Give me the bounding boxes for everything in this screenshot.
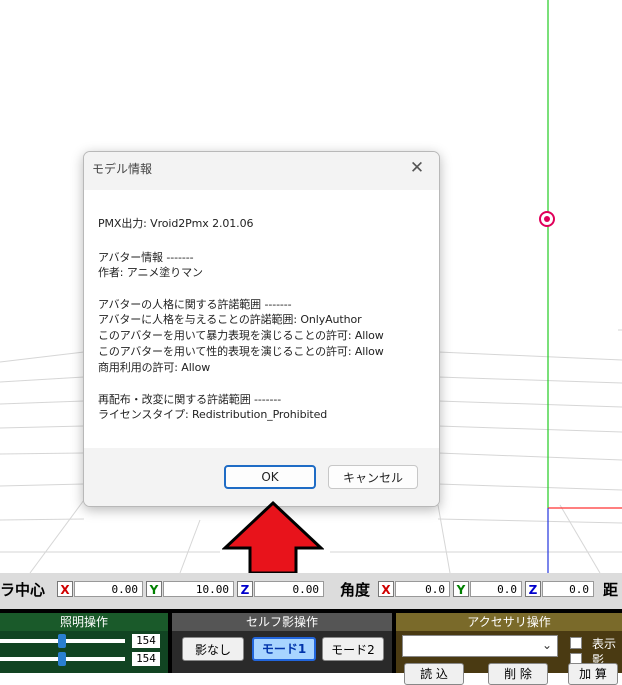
light-slider-1[interactable]	[0, 634, 125, 648]
light-slider-2[interactable]	[0, 652, 125, 666]
redistribution-header: 再配布・改変に関する許諾範囲 -------	[98, 393, 282, 406]
avatar-info-header: アバター情報 -------	[98, 251, 194, 264]
slider-knob[interactable]	[58, 652, 66, 666]
license-type-line: ライセンスタイプ: Redistribution_Prohibited	[98, 408, 328, 421]
camera-center-label: ラ中心	[0, 581, 46, 599]
camera-z-input[interactable]: 0.00	[254, 581, 324, 597]
personality-header: アバターの人格に関する許諾範囲 -------	[98, 298, 292, 311]
chevron-down-icon: ⌄	[541, 638, 552, 652]
add-button[interactable]: 加 算	[568, 663, 618, 685]
close-icon[interactable]: ✕	[395, 152, 439, 184]
up-arrow-icon	[222, 500, 324, 575]
light-value-2[interactable]: 154	[132, 652, 160, 666]
show-checkbox[interactable]	[570, 637, 582, 649]
violence-permission-line: このアバターを用いて暴力表現を演じることの許可: Allow	[98, 329, 384, 342]
accessory-dropdown[interactable]: ⌄	[402, 635, 558, 657]
angle-z-input[interactable]: 0.0	[542, 581, 594, 597]
angle-x-input[interactable]: 0.0	[395, 581, 450, 597]
lighting-section: 照明操作 154 154	[0, 613, 168, 673]
angle-x-axis: X	[378, 581, 394, 597]
delete-button[interactable]: 削 除	[488, 663, 548, 685]
lighting-title: 照明操作	[0, 613, 168, 631]
mode1-button[interactable]: モード1	[252, 637, 316, 661]
dialog-title: モデル情報	[92, 162, 153, 176]
angle-z-axis: Z	[525, 581, 541, 597]
angle-y-input[interactable]: 0.0	[470, 581, 522, 597]
self-shadow-title: セルフ影操作	[172, 613, 392, 631]
self-shadow-section: − セルフ影操作 影なし モード1 モード2	[172, 613, 392, 673]
camera-y-input[interactable]: 10.00	[163, 581, 234, 597]
mode2-button[interactable]: モード2	[322, 637, 384, 661]
angle-y-axis: Y	[453, 581, 469, 597]
show-label: 表示	[592, 637, 617, 651]
angle-label: 角度	[340, 581, 371, 599]
distance-label: 距	[603, 581, 619, 599]
pmx-output-line: PMX出力: Vroid2Pmx 2.01.06	[98, 217, 254, 230]
target-marker-icon	[539, 211, 555, 227]
camera-row: ラ中心 X 0.00 Y 10.00 Z 0.00 角度 X 0.0 Y 0.0…	[0, 573, 622, 609]
dialog-titlebar[interactable]: モデル情報 ✕	[84, 152, 439, 184]
camera-x-input[interactable]: 0.00	[74, 581, 143, 597]
no-shadow-button[interactable]: 影なし	[182, 637, 244, 661]
light-value-1[interactable]: 154	[132, 634, 160, 648]
sexual-permission-line: このアバターを用いて性的表現を演じることの許可: Allow	[98, 345, 384, 358]
ok-button[interactable]: OK	[224, 465, 316, 489]
accessory-section: − アクセサリ操作 ⌄ 表示 影 読 込 削 除 加 算	[396, 613, 622, 685]
camera-y-axis: Y	[146, 581, 162, 597]
control-panel: ラ中心 X 0.00 Y 10.00 Z 0.00 角度 X 0.0 Y 0.0…	[0, 573, 622, 685]
cancel-button[interactable]: キャンセル	[328, 465, 418, 489]
camera-z-axis: Z	[237, 581, 253, 597]
commercial-permission-line: 商用利用の許可: Allow	[98, 361, 211, 374]
personality-permission-line: アバターに人格を与えることの許諾範囲: OnlyAuthor	[98, 313, 362, 326]
dialog-message: PMX出力: Vroid2Pmx 2.01.06 アバター情報 ------- …	[84, 190, 439, 448]
accessory-title: アクセサリ操作	[396, 613, 622, 631]
camera-x-axis: X	[57, 581, 73, 597]
slider-knob[interactable]	[58, 634, 66, 648]
dialog-footer: OK キャンセル	[84, 448, 439, 506]
model-info-dialog: モデル情報 ✕ PMX出力: Vroid2Pmx 2.01.06 アバター情報 …	[83, 151, 440, 507]
load-button[interactable]: 読 込	[404, 663, 464, 685]
author-line: 作者: アニメ塗りマン	[98, 266, 203, 279]
